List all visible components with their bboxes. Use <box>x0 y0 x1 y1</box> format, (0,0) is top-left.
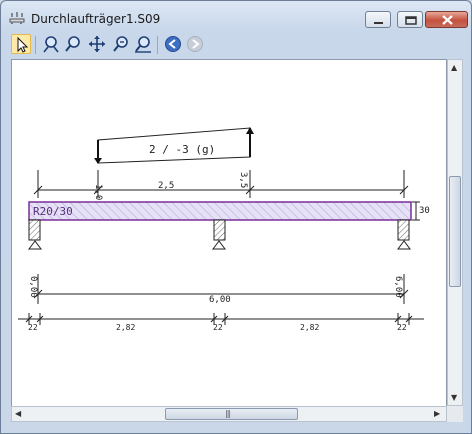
application-window: Durchlaufträger1.S09 2 / -3 (g) 1,0 3,5 … <box>0 0 472 434</box>
forward-arrow-icon <box>185 34 205 54</box>
scroll-left-icon[interactable]: ◀ <box>15 409 21 418</box>
zoom-in-icon[interactable] <box>41 34 61 54</box>
support-left-position: 0,00 <box>28 276 38 298</box>
load-dimension: 1,0 3,5 2,5 <box>33 170 409 200</box>
section-label: R20/30 <box>33 205 73 218</box>
load-end-label: 3,5 <box>238 172 248 188</box>
beam: R20/30 30 <box>28 201 430 221</box>
vertical-scroll-thumb[interactable] <box>449 176 461 287</box>
scroll-up-icon[interactable]: ▲ <box>451 63 457 72</box>
magnifier-icon[interactable] <box>63 34 83 54</box>
move-cross-icon[interactable] <box>87 34 107 54</box>
horizontal-scrollbar[interactable]: ◀ ||| ▶ <box>11 406 447 422</box>
horizontal-scroll-thumb[interactable]: ||| <box>165 408 298 420</box>
minimize-button[interactable] <box>365 11 391 28</box>
toolbar <box>9 32 463 56</box>
scroll-down-icon[interactable]: ▼ <box>451 393 457 402</box>
close-button[interactable] <box>425 11 468 28</box>
window-title: Durchlaufträger1.S09 <box>31 12 161 26</box>
load-value-label: 2 / -3 (g) <box>149 143 215 156</box>
dim-22-right: 22 <box>397 323 407 332</box>
title-bar[interactable]: Durchlaufträger1.S09 <box>1 1 471 31</box>
toolbar-separator <box>35 36 36 54</box>
vertical-scrollbar[interactable]: ▲ ▼ <box>447 59 463 406</box>
beam-drawing: 2 / -3 (g) 1,0 3,5 2,5 R20/30 30 0,00 6,… <box>18 127 430 332</box>
drawing-canvas[interactable]: 2 / -3 (g) 1,0 3,5 2,5 R20/30 30 0,00 6,… <box>11 59 447 408</box>
bottom-dimension-chain: 22 2,82 22 2,82 22 <box>18 313 424 332</box>
scroll-right-icon[interactable]: ▶ <box>434 409 440 418</box>
grip-icon: ||| <box>225 409 231 418</box>
back-arrow-icon[interactable] <box>163 34 183 54</box>
zoom-all-icon[interactable] <box>133 34 153 54</box>
beam-height-label: 30 <box>419 206 430 216</box>
dim-span-1: 2,82 <box>116 323 135 332</box>
scrollbar-corner <box>447 406 463 422</box>
support-right <box>397 219 411 250</box>
total-length-label: 6,00 <box>209 295 231 305</box>
maximize-button[interactable] <box>397 11 423 28</box>
load-start-label: 1,0 <box>93 184 103 200</box>
support-right-position: 6,00 <box>393 276 403 298</box>
dim-22-left: 22 <box>28 323 38 332</box>
dim-22-middle: 22 <box>213 323 223 332</box>
cursor-arrow-icon[interactable] <box>11 34 31 54</box>
load-span-label: 2,5 <box>158 181 174 191</box>
app-icon <box>9 10 25 24</box>
zoom-window-icon[interactable] <box>111 34 131 54</box>
dim-span-2: 2,82 <box>300 323 319 332</box>
span-dimension: 0,00 6,00 6,00 <box>28 274 409 305</box>
distributed-load: 2 / -3 (g) <box>94 127 254 164</box>
toolbar-separator <box>157 36 158 54</box>
support-middle <box>212 219 226 250</box>
support-left <box>28 219 42 250</box>
